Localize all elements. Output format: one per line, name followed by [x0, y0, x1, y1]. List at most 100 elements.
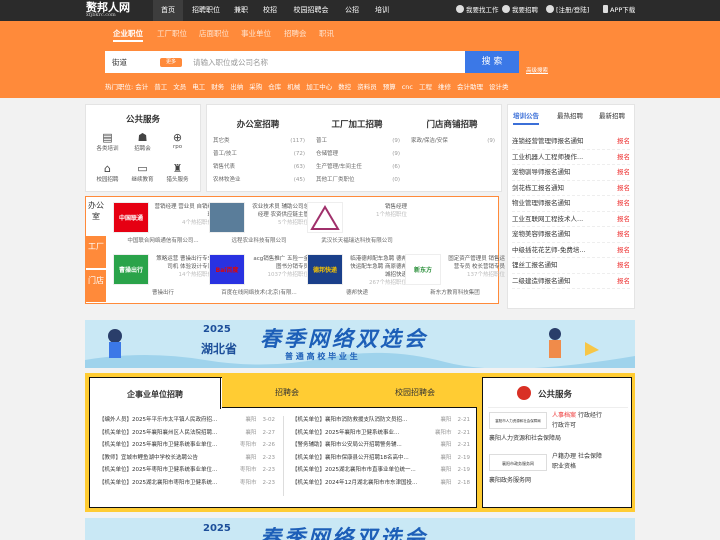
company-card[interactable]: 农业技术员 辅助公司总经理 农资供应链主管 5个热招职位 远程农业科技有限公司 [209, 199, 309, 249]
hot-job-link[interactable]: 设计类 [489, 83, 509, 91]
recruit-item[interactable]: 【教师】宜城市鲤鱼湖中学校长选聘公告 襄阳 2-23 [99, 452, 275, 465]
recruit-item[interactable]: 【机关单位】2025年枣阳市卫健系统事业单位... 枣阳市 2-23 [99, 464, 275, 477]
service-training[interactable]: ▤ 各类培训 [94, 131, 121, 152]
category-row[interactable]: 农林牧渔业 (45) [213, 174, 305, 187]
recruit-item[interactable]: 【机关单位】2025年襄阳襄州区人民法院招聘... 襄阳 2-27 [99, 427, 275, 440]
nav-home[interactable]: 首页 [153, 0, 183, 21]
company-name[interactable]: 新东方教育科技集团 [405, 288, 505, 296]
category-row[interactable]: 普工 (9) [316, 135, 400, 148]
service-campus[interactable]: ⌂ 校园招聘 [94, 162, 121, 183]
notice-item[interactable]: 工业机器人工程师操作... 报名 [512, 150, 630, 165]
recruit-item[interactable]: 【机关单位】2025年襄阳市卫健系统事业单位... 枣阳市 2-26 [99, 439, 275, 452]
tab-news[interactable]: 职讯 [319, 28, 334, 42]
nav-public[interactable]: 公招 [340, 0, 364, 21]
app-download-link[interactable]: APP下载 [603, 0, 635, 21]
link-permit[interactable]: 行政许可 [552, 422, 576, 429]
spring-fair-banner[interactable]: 2025 湖北省 春季网络双选会 普 通 高 校 毕 业 生 [85, 320, 635, 368]
tab-training-notice[interactable]: 培训公告 [513, 110, 539, 125]
tab-public-institution[interactable]: 事业单位 [241, 28, 271, 42]
signup-tag[interactable]: 报名 [617, 196, 630, 211]
signup-tag[interactable]: 报名 [617, 212, 630, 227]
hot-job-link[interactable]: 财务 [211, 83, 224, 91]
company-card[interactable]: 曹操出行 策略运营 曹操出行专车司机 体验设计专家 14个热招职位 曹操出行 [113, 251, 213, 301]
hrss-logo[interactable]: 襄阳市人力资源和社会保障局 [489, 412, 547, 429]
signup-tag[interactable]: 报名 [617, 165, 630, 180]
category-row[interactable]: 仓储管理 (9) [316, 148, 400, 161]
signup-tag[interactable]: 报名 [617, 258, 630, 273]
category-row[interactable]: 普工/技工 (72) [213, 148, 305, 161]
company-card[interactable]: 销售经理 1个热招职位 武汉长天福瑞达科技有限公司 [307, 199, 407, 249]
company-card[interactable]: Bai百度 acg销售推广 五险一金 图书分销专员 1037个热招职位 百度在线网络技… [209, 251, 309, 301]
hot-job-link[interactable]: 会计 [135, 83, 148, 91]
hot-job-link[interactable]: 会计助理 [457, 83, 483, 91]
hot-job-link[interactable]: 加工中心 [306, 83, 332, 91]
recruit-item[interactable]: 【机关单位】2025湖北襄阳市市直事业单位统一... 襄阳 2-19 [292, 464, 470, 477]
nav-parttime[interactable]: 兼职 [229, 0, 253, 21]
job-titles[interactable]: acg销售推广 五险一金 图书分销专员 1037个热招职位 [249, 255, 309, 279]
post-job-link[interactable]: 我要招聘 [502, 0, 538, 21]
hot-job-link[interactable]: 工程 [419, 83, 432, 91]
recruit-item[interactable]: 【警务辅助】襄阳市公安局公开招聘警务辅... 襄阳 2-21 [292, 439, 470, 452]
login-register-link[interactable]: [注册/登陆] [546, 0, 589, 21]
signup-tag[interactable]: 报名 [617, 274, 630, 289]
area-select[interactable]: 街道 [112, 57, 127, 68]
category-row[interactable]: 其他工厂类职位 (0) [316, 174, 400, 187]
tab-store-jobs[interactable]: 店面职位 [199, 28, 229, 42]
notice-item[interactable]: 宠物驯导师报名通知 报名 [512, 165, 630, 181]
nav-jobs[interactable]: 招聘职位 [187, 0, 225, 21]
tab-factory-jobs[interactable]: 工厂职位 [157, 28, 187, 42]
search-input[interactable]: 请输入职位或公司名称 [193, 57, 268, 68]
service-job-fair[interactable]: ☗ 招聘会 [129, 131, 156, 152]
company-name[interactable]: 远程农业科技有限公司 [209, 236, 309, 244]
hot-job-link[interactable]: 数控 [338, 83, 351, 91]
link-archive[interactable]: 人事档案 [552, 412, 576, 419]
tab-campus-fair[interactable]: 校园招聘会 [383, 387, 447, 398]
company-name[interactable]: 中国联合网络通信有限公司... [113, 236, 213, 244]
site-logo[interactable]: 赘邦人网 xfjbkrc.com [86, 2, 130, 18]
notice-item[interactable]: 物业管理师报名通知 报名 [512, 196, 630, 212]
company-name[interactable]: 百度在线网络技术(北京)有限... [209, 288, 309, 296]
link-admin[interactable]: 行政经行 [578, 412, 602, 419]
notice-item[interactable]: 二级建造师报名通知 报名 [512, 274, 630, 289]
tab-company-jobs[interactable]: 企业职位 [113, 28, 143, 42]
gov-portal-logo[interactable]: 襄阳市政务服务网 [489, 454, 547, 471]
strip-tab-office[interactable]: 办公室 [86, 198, 106, 234]
strip-tab-factory[interactable]: 工厂 [86, 236, 106, 268]
nav-training[interactable]: 培训 [370, 0, 394, 21]
signup-tag[interactable]: 报名 [617, 227, 630, 242]
recruit-item[interactable]: 【机关单位】襄阳市消防救援支队消防文员招... 襄阳 2-21 [292, 414, 470, 427]
job-titles[interactable]: 销售经理 1个热招职位 [347, 203, 407, 219]
find-job-link[interactable]: 我要找工作 [456, 0, 499, 21]
more-button[interactable]: 更多 [160, 58, 182, 67]
hot-job-link[interactable]: 出纳 [230, 83, 243, 91]
hot-job-link[interactable]: 仓库 [268, 83, 281, 91]
service-education[interactable]: ▭ 继续教育 [129, 162, 156, 183]
hrss-name[interactable]: 襄阳人力资源和社会保障局 [489, 433, 561, 442]
signup-tag[interactable]: 报名 [617, 243, 630, 258]
signup-tag[interactable]: 报名 [617, 134, 630, 149]
company-card[interactable]: 中国联通营销经理 营业员 自销经理4个热招职位中国联合网络通信有限公司... [113, 199, 213, 249]
spring-fair-banner-2[interactable]: 2025 春季网络双选会 [85, 518, 635, 540]
company-card[interactable]: 新东方 固定资产管理员 销售运营专员 校长营销专员 137个热招职位 新东方教育科技集… [405, 251, 505, 301]
strip-tab-store[interactable]: 门店 [86, 270, 106, 302]
signup-tag[interactable]: 报名 [617, 181, 630, 196]
category-row[interactable]: 其它类 (117) [213, 135, 305, 148]
gov-portal-name[interactable]: 襄阳政务服务网 [489, 475, 531, 484]
hot-job-link[interactable]: 维修 [438, 83, 451, 91]
recruit-item[interactable]: 【机关单位】2024年12月湖北襄阳市市东津国投... 襄阳 2-18 [292, 477, 470, 490]
notice-item[interactable]: 剑花栋工报名通知 报名 [512, 181, 630, 196]
tab-hot-jobs[interactable]: 最热招聘 [557, 110, 583, 125]
link-social[interactable]: 社会保障 [578, 453, 602, 460]
job-titles[interactable]: 策略运营 曹操出行专车司机 体验设计专家 14个热招职位 [153, 255, 213, 279]
job-titles[interactable]: 营销经理 营业员 自销经理4个热招职位 [153, 203, 214, 227]
link-household[interactable]: 户籍办理 [552, 453, 576, 460]
hot-job-link[interactable]: 资料员 [357, 83, 377, 91]
company-card[interactable]: 德邦快递 临港德邦配车急聘 德邦快运配车急聘 商原德邦城招快递 267个热招职位 德邦… [307, 251, 407, 301]
company-name[interactable]: 曹操出行 [113, 288, 213, 296]
company-name[interactable]: 德邦快递 [307, 288, 407, 296]
signup-tag[interactable]: 报名 [617, 150, 630, 165]
hot-job-link[interactable]: 预算 [383, 83, 396, 91]
notice-item[interactable]: 中级插花花艺师-免费培... 报名 [512, 243, 630, 258]
hot-job-link[interactable]: 文员 [173, 83, 186, 91]
job-titles[interactable]: 固定资产管理员 销售运营专员 校长营销专员 137个热招职位 [445, 255, 505, 279]
